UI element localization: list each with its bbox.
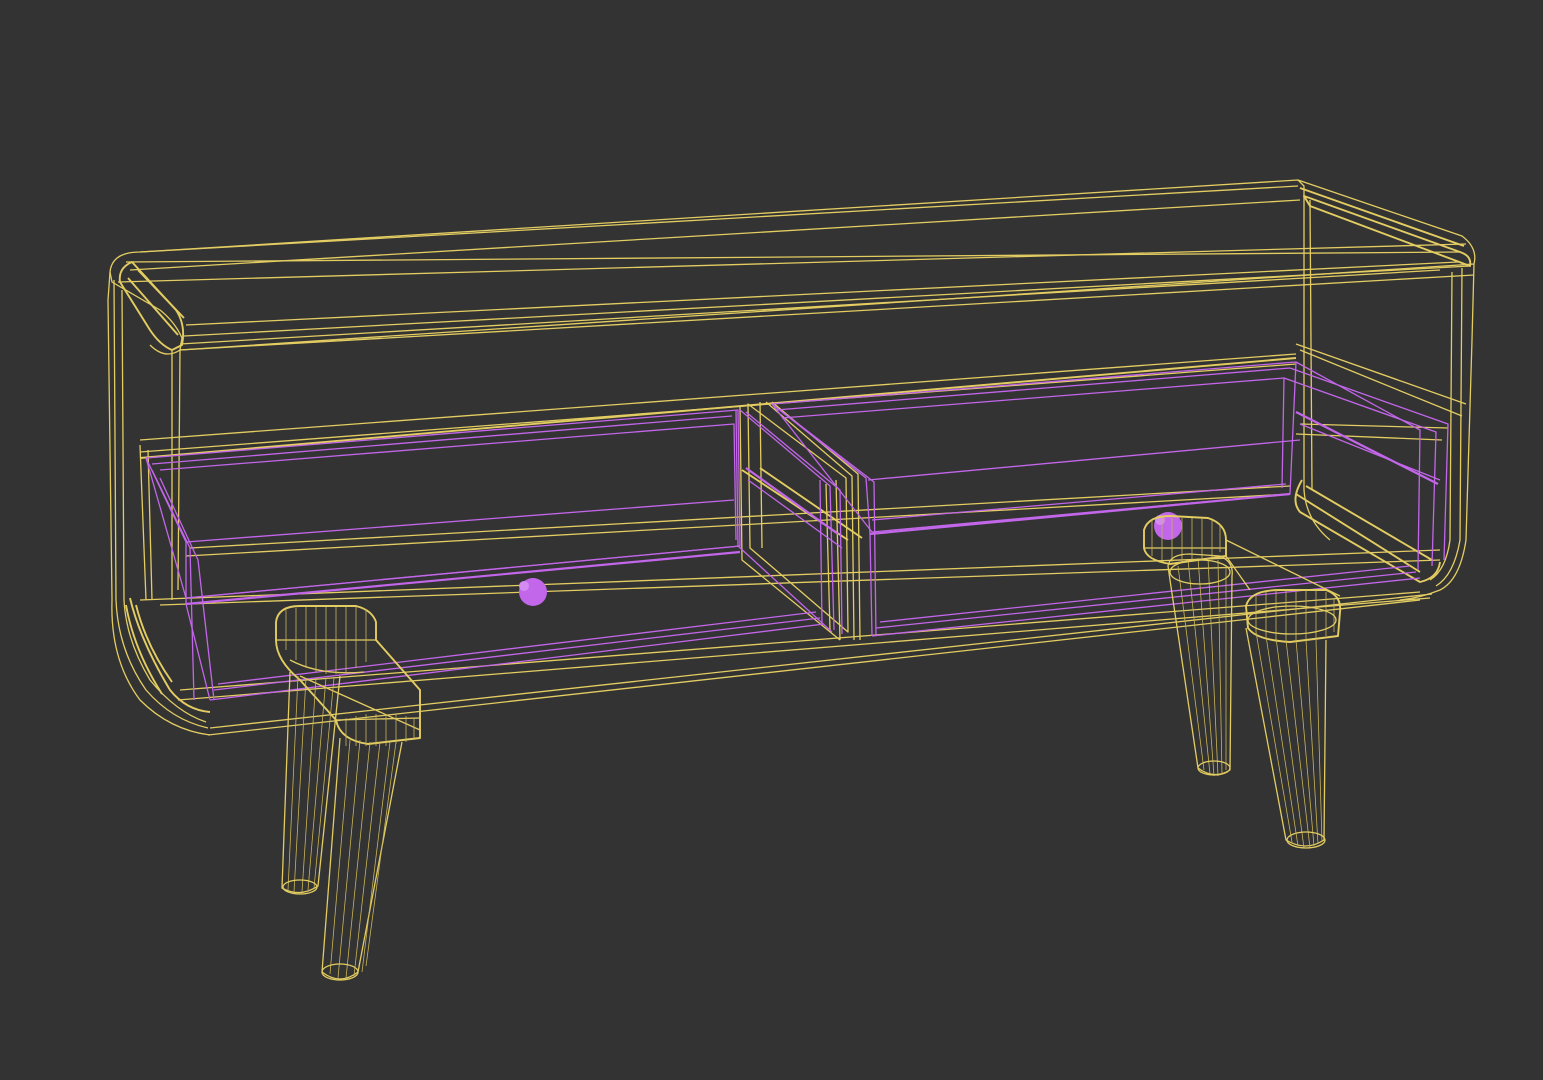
3d-viewport[interactable] — [0, 0, 1543, 1080]
cabinet-left-end — [107, 261, 211, 736]
drawer-left[interactable] — [145, 409, 843, 701]
cabinet-shelf — [139, 353, 1441, 736]
knob-left-highlight — [519, 581, 529, 591]
cabinet-top — [109, 179, 1476, 351]
leg-back-right[interactable] — [1245, 589, 1342, 849]
drawer-right[interactable] — [771, 361, 1449, 637]
cabinet-right-end — [1294, 179, 1475, 601]
wireframe-canvas[interactable] — [0, 0, 1543, 1080]
